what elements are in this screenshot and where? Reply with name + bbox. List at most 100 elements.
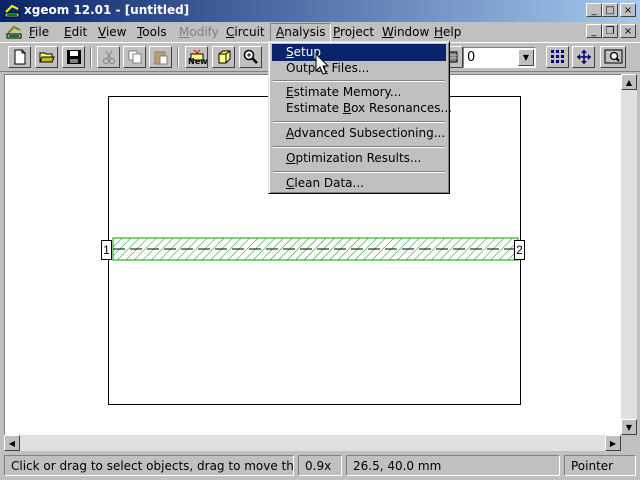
scroll-up-icon[interactable]: ▲ <box>621 74 637 90</box>
menu-view-mnemonic: V <box>98 25 106 39</box>
menu-item-box-resonances-label: ox Resonances... <box>351 101 452 115</box>
menu-project-label: roject <box>340 25 375 39</box>
menu-view-label: iew <box>105 25 127 39</box>
menu-window[interactable]: Window <box>377 24 434 41</box>
menu-edit-mnemonic: E <box>64 25 72 39</box>
mouse-pointer-icon <box>315 53 330 75</box>
menu-modify[interactable]: Modify <box>174 24 224 41</box>
menu-item-advanced-subsectioning[interactable]: Advanced Subsectioning... <box>272 125 446 142</box>
menu-bar: File Edit View Tools Modify Circuit Anal… <box>0 22 640 42</box>
open-folder-icon <box>39 52 55 63</box>
new-file-button[interactable] <box>8 46 31 68</box>
paste-icon <box>154 51 168 65</box>
cut-icon <box>103 50 115 64</box>
menu-tools-label: ools <box>142 25 167 39</box>
menu-separator <box>273 146 445 148</box>
menu-item-optimization-results[interactable]: Optimization Results... <box>272 150 446 167</box>
new-file-icon <box>14 49 26 65</box>
copy-button[interactable] <box>123 46 146 68</box>
chevron-down-icon[interactable]: ▼ <box>518 49 534 66</box>
menu-analysis-mnemonic: A <box>276 25 285 39</box>
mdi-close-button[interactable]: × <box>620 24 636 38</box>
toolbar-separator <box>177 47 179 67</box>
box-3d-button[interactable] <box>212 46 235 68</box>
menu-window-label: indow <box>393 25 430 39</box>
cut-button[interactable] <box>97 46 120 68</box>
zoom-fit-button[interactable] <box>600 46 626 68</box>
menu-item-clean-data-label: lean Data... <box>294 176 364 190</box>
save-icon <box>67 50 81 64</box>
menu-item-estimate-memory[interactable]: Estimate Memory... <box>272 84 446 101</box>
menu-separator <box>273 171 445 173</box>
toolbar-separator <box>90 47 92 67</box>
level-value: 0 <box>467 50 476 65</box>
menu-help-mnemonic: H <box>434 25 444 39</box>
menu-item-output-files-label: Files... <box>327 61 370 75</box>
menu-file-label: ile <box>35 25 50 39</box>
menu-item-estimate-memory-label: stimate Memory... <box>293 85 402 99</box>
menu-separator <box>273 121 445 123</box>
move-arrows-icon <box>577 50 591 64</box>
menu-analysis-label: nalysis <box>284 25 326 39</box>
menu-item-optimization-label: ptimization Results... <box>295 151 422 165</box>
app-icon[interactable] <box>4 3 20 19</box>
vertical-scrollbar[interactable]: ▲ ▼ <box>621 74 637 435</box>
menu-item-box-resonances-pre: Estimate <box>286 101 343 115</box>
menu-circuit-label: ircuit <box>234 25 265 39</box>
zoom-in-button[interactable] <box>239 46 262 68</box>
save-button[interactable] <box>62 46 85 68</box>
menu-item-estimate-box-resonances[interactable]: Estimate Box Resonances... <box>272 100 452 117</box>
new-object-button[interactable]: New <box>185 46 208 68</box>
status-mode: Pointer <box>564 455 636 476</box>
menu-project-mnemonic: P <box>333 25 341 39</box>
open-button[interactable] <box>35 46 58 68</box>
status-coordinates: 26.5, 40.0 mm <box>346 455 560 476</box>
document-icon[interactable] <box>6 24 22 40</box>
menu-circuit[interactable]: Circuit <box>221 24 270 41</box>
menu-edit[interactable]: Edit <box>59 24 92 41</box>
title-bar[interactable]: xgeom 12.01 - [untitled] _ □ × <box>0 0 640 22</box>
maximize-button[interactable]: □ <box>602 3 618 17</box>
scroll-right-icon[interactable]: ▶ <box>605 435 621 451</box>
select-grid-button[interactable] <box>546 46 569 68</box>
menu-window-mnemonic: W <box>382 25 394 39</box>
menu-item-estimate-memory-mnemonic: E <box>286 85 294 99</box>
port-1-label: 1 <box>103 243 110 257</box>
menu-tools[interactable]: Tools <box>132 24 172 41</box>
menu-separator <box>273 80 445 82</box>
menu-item-setup-mnemonic: S <box>286 45 294 59</box>
scroll-down-icon[interactable]: ▼ <box>621 419 637 435</box>
menu-item-clean-data[interactable]: Clean Data... <box>272 175 446 192</box>
menu-item-subsectioning-mnemonic: A <box>286 126 294 140</box>
close-button[interactable]: × <box>620 3 636 17</box>
menu-help[interactable]: Help <box>429 24 466 41</box>
mdi-restore-button[interactable]: ❐ <box>602 24 618 38</box>
scroll-left-icon[interactable]: ◀ <box>4 435 20 451</box>
select-grid-icon <box>551 50 564 63</box>
copy-icon <box>128 50 142 64</box>
port-2-label: 2 <box>516 243 523 257</box>
menu-analysis[interactable]: Analysis <box>270 23 332 42</box>
window-title: xgeom 12.01 - [untitled] <box>24 3 190 17</box>
level-select[interactable]: 0 ▼ <box>463 47 536 68</box>
minimize-button[interactable]: _ <box>586 3 602 17</box>
move-button[interactable] <box>572 46 595 68</box>
mdi-minimize-button[interactable]: _ <box>586 24 602 38</box>
menu-modify-label: odify <box>189 25 219 39</box>
menu-help-label: elp <box>443 25 462 39</box>
menu-project[interactable]: Project <box>328 24 379 41</box>
menu-modify-mnemonic: M <box>179 25 190 39</box>
status-zoom: 0.9x <box>298 455 342 476</box>
menu-view[interactable]: View <box>93 24 131 41</box>
new-label: New <box>188 57 208 66</box>
zoom-in-icon <box>243 49 258 64</box>
zoom-fit-icon <box>604 49 623 64</box>
status-message: Click or drag to select objects, drag to… <box>4 455 294 476</box>
menu-item-setup[interactable]: Setup <box>272 44 446 61</box>
menu-item-output-files[interactable]: Output Files... <box>272 60 446 77</box>
menu-edit-label: dit <box>71 25 88 39</box>
menu-file[interactable]: File <box>24 24 54 41</box>
horizontal-scrollbar[interactable]: ◀ ▶ <box>4 435 621 451</box>
paste-button[interactable] <box>149 46 172 68</box>
box-3d-icon <box>218 50 231 64</box>
